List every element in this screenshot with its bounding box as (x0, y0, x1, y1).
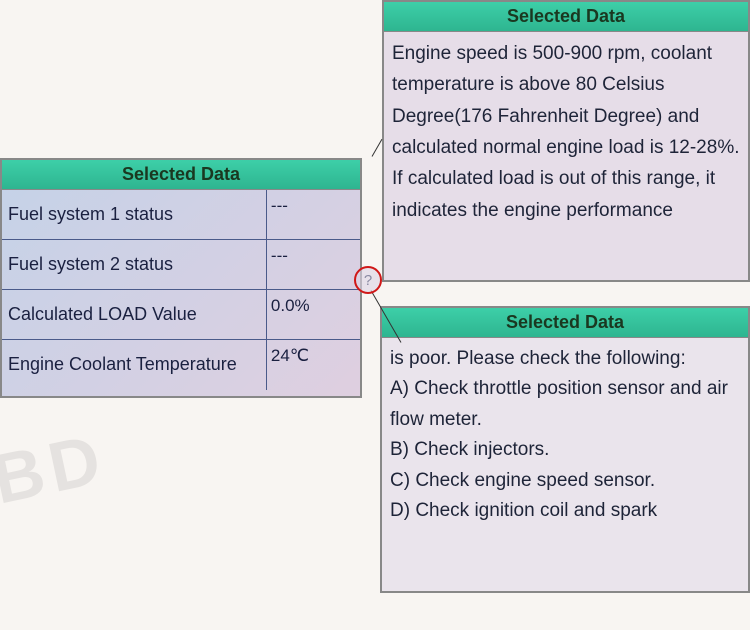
param-value: --- (267, 240, 360, 289)
panel-title: Selected Data (384, 2, 748, 32)
panel-title: Selected Data (2, 160, 360, 190)
live-data-panel: Selected Data Fuel system 1 status --- F… (0, 158, 362, 398)
help-text-panel-bottom: Selected Data is poor. Please check the … (380, 306, 750, 593)
param-value: --- (267, 190, 360, 239)
panel-title: Selected Data (382, 308, 748, 338)
table-row: Fuel system 1 status --- (2, 190, 360, 240)
param-value: 24℃ (267, 340, 360, 390)
help-text: is poor. Please check the following: A) … (382, 338, 748, 532)
table-row: Engine Coolant Temperature 24℃ (2, 340, 360, 390)
help-text: Engine speed is 500-900 rpm, coolant tem… (384, 32, 748, 232)
param-label: Fuel system 2 status (2, 240, 267, 289)
param-value: 0.0% (267, 290, 360, 339)
param-label: Engine Coolant Temperature (2, 340, 267, 390)
help-button[interactable]: ? (354, 266, 382, 294)
parameter-table: Fuel system 1 status --- Fuel system 2 s… (2, 190, 360, 390)
help-list-item: B) Check injectors. (390, 435, 740, 465)
table-row: Calculated LOAD Value 0.0% (2, 290, 360, 340)
callout-line (372, 139, 383, 157)
help-list-item: A) Check throttle position sensor and ai… (390, 374, 740, 435)
help-text-panel-top: Selected Data Engine speed is 500-900 rp… (382, 0, 750, 282)
table-row: Fuel system 2 status --- (2, 240, 360, 290)
param-label: Fuel system 1 status (2, 190, 267, 239)
help-list-item: C) Check engine speed sensor. (390, 466, 740, 496)
param-label: Calculated LOAD Value (2, 290, 267, 339)
question-mark-icon: ? (364, 272, 372, 289)
help-list-item: D) Check ignition coil and spark (390, 496, 740, 526)
help-text-intro: is poor. Please check the following: (390, 344, 740, 374)
